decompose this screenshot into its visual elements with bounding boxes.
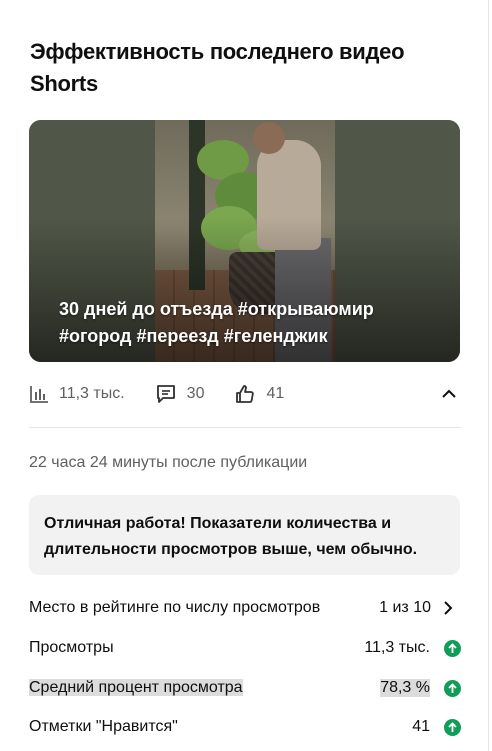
video-thumbnail[interactable]: 30 дней до отъезда #открываюмир #огород … xyxy=(29,120,460,362)
metric-label: Место в рейтинге по числу просмотров xyxy=(29,599,321,616)
metric-avg-percent-row: Средний процент просмотра 78,3 % xyxy=(29,673,461,703)
metric-value: 78,3 % xyxy=(380,679,430,697)
video-title: 30 дней до отъезда #открываюмир #огород … xyxy=(59,299,374,346)
metric-label: Средний процент просмотра xyxy=(29,679,380,697)
thumbs-up-icon xyxy=(236,385,255,403)
metric-label: Просмотры xyxy=(29,639,114,656)
video-stats-row: 11,3 тыс. 30 41 xyxy=(29,380,461,408)
collapse-button[interactable] xyxy=(439,384,459,409)
arrow-up-circle-icon xyxy=(444,639,461,657)
metric-label-text: Средний процент просмотра xyxy=(29,679,243,696)
metric-label: Отметки "Нравится" xyxy=(29,718,178,735)
likes-stat: 41 xyxy=(234,383,284,405)
metric-value: 11,3 тыс. xyxy=(364,639,430,656)
arrow-up-circle-icon xyxy=(444,718,461,736)
views-stat: 11,3 тыс. xyxy=(29,384,125,404)
bar-chart-icon xyxy=(30,386,48,403)
comment-icon xyxy=(156,385,175,403)
views-count: 11,3 тыс. xyxy=(59,385,125,402)
card-title: Эффективность последнего видео Shorts xyxy=(30,39,405,96)
comments-count: 30 xyxy=(186,385,205,402)
performance-notice: Отличная работа! Показатели количества и… xyxy=(29,495,460,575)
metric-value: 41 xyxy=(412,718,430,735)
chevron-up-icon xyxy=(442,389,456,398)
metric-views-row: Просмотры 11,3 тыс. xyxy=(29,633,461,663)
shorts-performance-card: Эффективность последнего видео Shorts 30… xyxy=(0,0,489,751)
divider xyxy=(29,427,461,428)
arrow-up-circle-icon xyxy=(444,679,461,697)
chevron-right-icon[interactable] xyxy=(439,599,457,617)
metric-value: 1 из 10 xyxy=(379,599,431,616)
time-since-publish: 22 часа 24 минуты после публикации xyxy=(29,454,308,471)
comments-stat: 30 xyxy=(155,383,205,405)
likes-count: 41 xyxy=(266,385,285,402)
metric-likes-row: Отметки "Нравится" 41 xyxy=(29,712,461,742)
metric-rank-row[interactable]: Место в рейтинге по числу просмотров 1 и… xyxy=(29,593,461,623)
